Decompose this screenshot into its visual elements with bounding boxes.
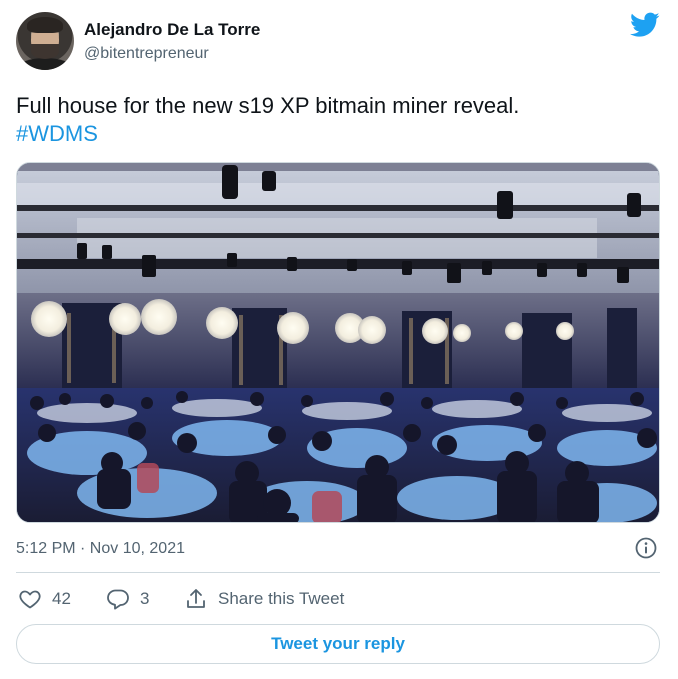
tweet-body: Full house for the new s19 XP bitmain mi… bbox=[16, 93, 520, 118]
info-icon[interactable] bbox=[634, 536, 658, 560]
share-icon bbox=[187, 589, 205, 608]
heart-icon bbox=[19, 590, 41, 609]
reply-button[interactable]: 3 bbox=[106, 584, 149, 614]
tweet-photo[interactable] bbox=[16, 162, 660, 523]
share-button[interactable]: Share this Tweet bbox=[184, 584, 344, 614]
tweet-reply-button[interactable]: Tweet your reply bbox=[16, 624, 660, 664]
tweet-text: Full house for the new s19 XP bitmain mi… bbox=[16, 92, 656, 148]
ballroom-photo bbox=[17, 163, 659, 522]
author-handle[interactable]: @bitentrepreneur bbox=[84, 45, 209, 63]
tweet-header: Alejandro De La Torre @bitentrepreneur bbox=[16, 12, 662, 72]
hashtag-link[interactable]: #WDMS bbox=[16, 120, 656, 148]
tweet-timestamp[interactable]: 5:12 PM · Nov 10, 2021 bbox=[16, 540, 185, 558]
tweet-actions: 42 3 Share this Tweet bbox=[16, 584, 660, 614]
share-label: Share this Tweet bbox=[218, 589, 345, 608]
reply-count: 3 bbox=[140, 589, 150, 608]
like-button[interactable]: 42 bbox=[18, 584, 71, 614]
like-count: 42 bbox=[52, 589, 71, 608]
reply-bubble-icon bbox=[107, 589, 129, 610]
avatar[interactable] bbox=[16, 12, 74, 70]
twitter-bird-icon[interactable] bbox=[630, 12, 660, 38]
author-name[interactable]: Alejandro De La Torre bbox=[84, 20, 260, 40]
divider bbox=[16, 572, 660, 573]
